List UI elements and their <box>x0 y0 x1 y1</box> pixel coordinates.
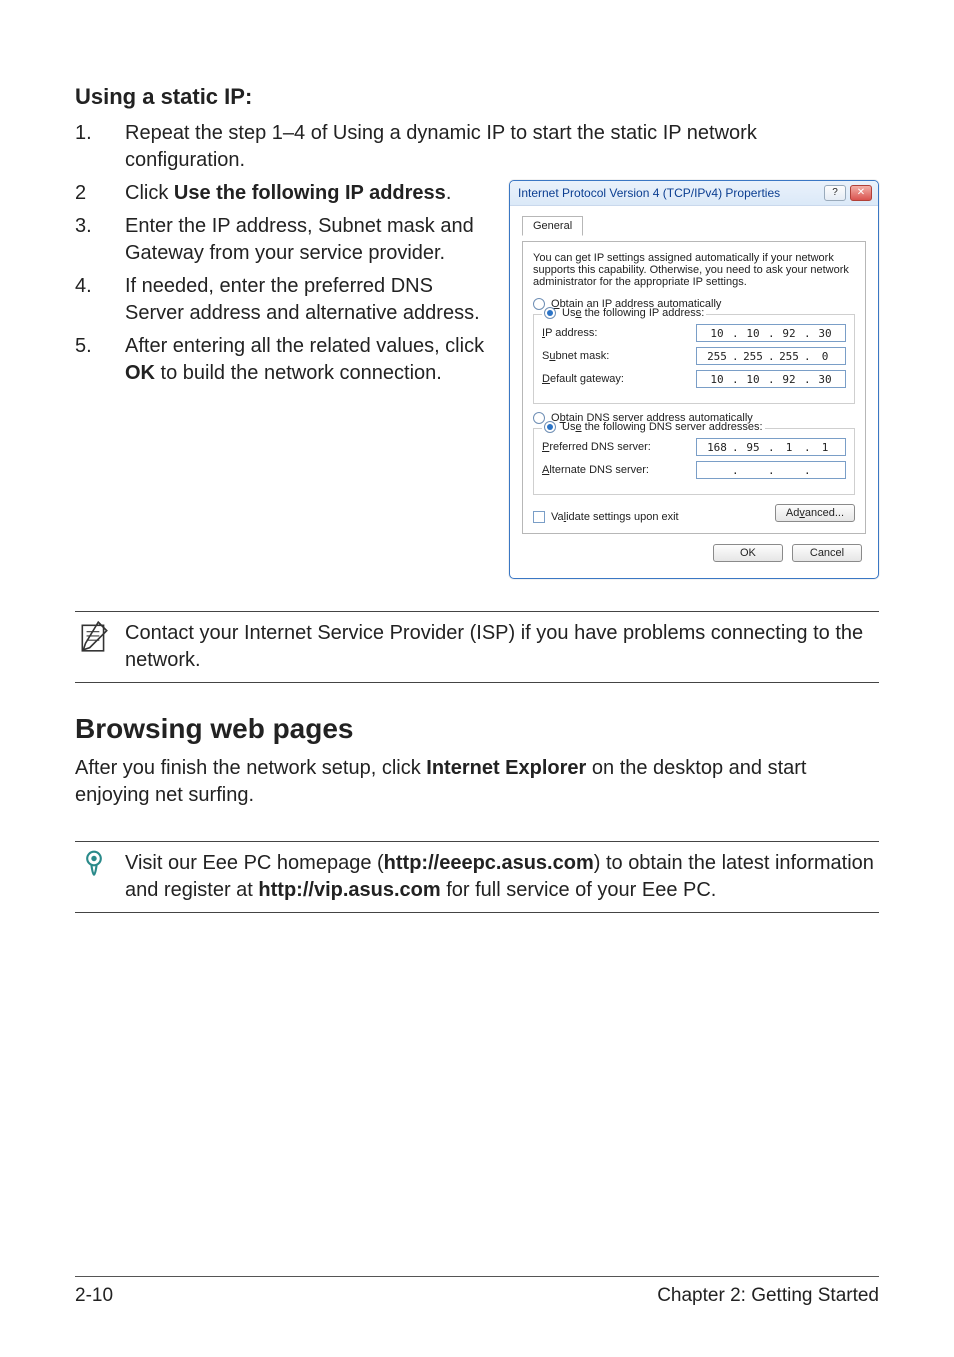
steps-list-cont: 2 Click Use the following IP address. 3.… <box>75 180 491 387</box>
step-5: 5. After entering all the related values… <box>75 333 491 387</box>
label-subnet-mask: Subnet mask: <box>542 350 696 362</box>
step-4: 4. If needed, enter the preferred DNS Se… <box>75 273 491 327</box>
dialog-titlebar: Internet Protocol Version 4 (TCP/IPv4) P… <box>510 181 878 206</box>
radio-label: Use the following DNS server addresses: <box>562 421 763 433</box>
step-num: 1. <box>75 120 125 174</box>
note-isp: Contact your Internet Service Provider (… <box>75 611 879 683</box>
radio-use-ip[interactable]: Use the following IP address: <box>542 307 706 319</box>
step-text: If needed, enter the preferred DNS Serve… <box>125 273 491 327</box>
tab-strip: General <box>522 216 866 235</box>
label-preferred-dns: Preferred DNS server: <box>542 441 696 453</box>
bold-text: Internet Explorer <box>426 757 586 779</box>
panel-general: You can get IP settings assigned automat… <box>522 241 866 534</box>
radio-icon <box>533 298 545 310</box>
ipv4-properties-dialog: Internet Protocol Version 4 (TCP/IPv4) P… <box>509 180 879 579</box>
label-ip-address: IP address: <box>542 327 696 339</box>
dialog-description: You can get IP settings assigned automat… <box>533 252 855 288</box>
bold-text: OK <box>125 362 155 384</box>
preferred-dns-input[interactable]: 168.95.1.1 <box>696 438 846 456</box>
subnet-mask-input[interactable]: 255.255.255.0 <box>696 347 846 365</box>
radio-label: Use the following IP address: <box>562 307 704 319</box>
checkbox-validate-on-exit[interactable]: Validate settings upon exit <box>533 511 679 523</box>
page-footer: 2-10 Chapter 2: Getting Started <box>75 1276 879 1307</box>
browsing-paragraph: After you finish the network setup, clic… <box>75 755 879 809</box>
default-gateway-input[interactable]: 10.10.92.30 <box>696 370 846 388</box>
step-num: 3. <box>75 213 125 267</box>
bold-text: http://vip.asus.com <box>258 879 440 901</box>
radio-icon <box>544 421 556 433</box>
divider <box>75 912 879 913</box>
ok-button[interactable]: OK <box>713 544 783 562</box>
help-button[interactable]: ? <box>824 185 846 201</box>
step-text: Repeat the step 1–4 of Using a dynamic I… <box>125 120 879 174</box>
note-text: Contact your Internet Service Provider (… <box>125 620 879 674</box>
step-1: 1. Repeat the step 1–4 of Using a dynami… <box>75 120 879 174</box>
alternate-dns-input[interactable]: ... <box>696 461 846 479</box>
heading-browsing: Browsing web pages <box>75 713 879 745</box>
bold-text: http://eeepc.asus.com <box>384 852 594 874</box>
checkbox-label: Validate settings upon exit <box>551 511 679 523</box>
divider <box>75 682 879 683</box>
label-default-gateway: Default gateway: <box>542 373 696 385</box>
step-3: 3. Enter the IP address, Subnet mask and… <box>75 213 491 267</box>
step-text: Enter the IP address, Subnet mask and Ga… <box>125 213 491 267</box>
label-alternate-dns: Alternate DNS server: <box>542 464 696 476</box>
fieldset-ip: Use the following IP address: IP address… <box>533 314 855 404</box>
tab-general[interactable]: General <box>522 216 583 236</box>
step-num: 4. <box>75 273 125 327</box>
advanced-button[interactable]: Advanced... <box>775 504 855 522</box>
bold-text: Use the following IP address <box>174 182 446 204</box>
cancel-button[interactable]: Cancel <box>792 544 862 562</box>
text: After you finish the network setup, clic… <box>75 757 426 779</box>
step-text: After entering all the related values, c… <box>125 333 491 387</box>
step-num: 2 <box>75 180 125 207</box>
tip-icon <box>75 850 113 884</box>
note-text: Visit our Eee PC homepage (http://eeepc.… <box>125 850 879 904</box>
ip-address-input[interactable]: 10.10.92.30 <box>696 324 846 342</box>
chapter-label: Chapter 2: Getting Started <box>657 1285 879 1307</box>
radio-icon <box>544 307 556 319</box>
text: After entering all the related values, c… <box>125 335 484 357</box>
radio-use-dns[interactable]: Use the following DNS server addresses: <box>542 421 765 433</box>
text: for full service of your Eee PC. <box>441 879 717 901</box>
text: to build the network connection. <box>155 362 442 384</box>
heading-static-ip: Using a static IP: <box>75 84 879 110</box>
close-button[interactable]: ✕ <box>850 185 872 201</box>
radio-icon <box>533 412 545 424</box>
step-num: 5. <box>75 333 125 387</box>
steps-list: 1. Repeat the step 1–4 of Using a dynami… <box>75 120 879 174</box>
note-homepage: Visit our Eee PC homepage (http://eeepc.… <box>75 841 879 913</box>
step-2: 2 Click Use the following IP address. <box>75 180 491 207</box>
fieldset-dns: Use the following DNS server addresses: … <box>533 428 855 495</box>
checkbox-icon <box>533 511 545 523</box>
dialog-title: Internet Protocol Version 4 (TCP/IPv4) P… <box>518 186 780 200</box>
text: . <box>446 182 452 204</box>
step-text: Click Use the following IP address. <box>125 180 491 207</box>
page-number: 2-10 <box>75 1285 113 1307</box>
text: Visit our Eee PC homepage ( <box>125 852 384 874</box>
notepad-icon <box>75 620 113 654</box>
text: Click <box>125 182 174 204</box>
